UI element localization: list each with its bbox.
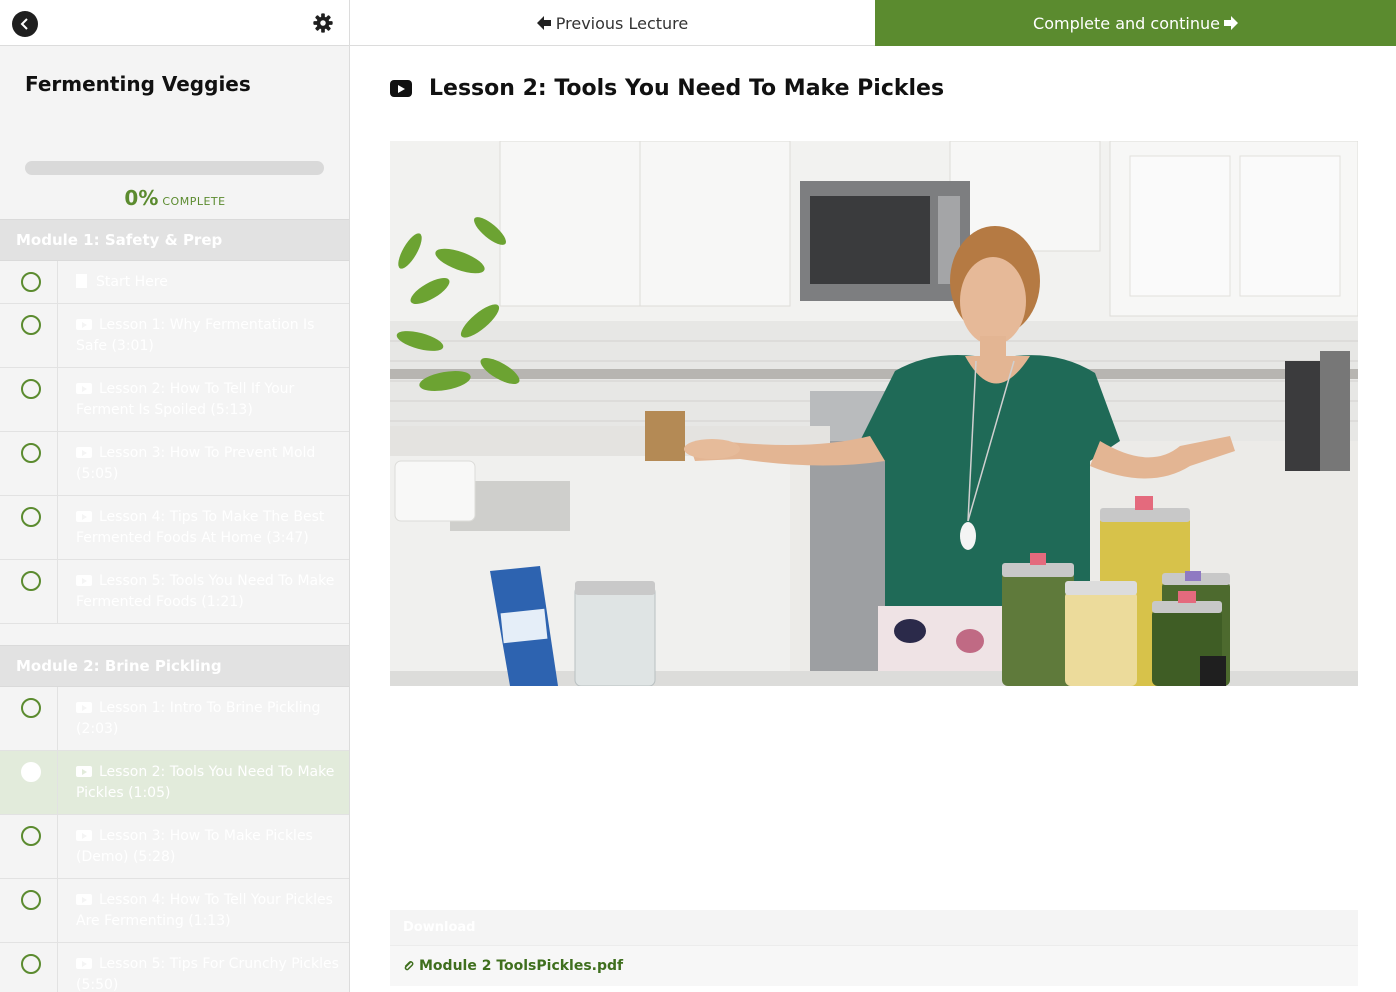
attachment-filename: Module 2 ToolsPickles.pdf (419, 958, 624, 974)
document-icon (76, 274, 87, 288)
progress-readout: 0% COMPLETE (0, 186, 349, 210)
sidebar-lesson-item[interactable]: Lesson 2: Tools You Need To Make Pickles… (0, 751, 349, 815)
lesson-label: Lesson 3: How To Prevent Mold (5:05) (76, 432, 349, 497)
video-icon (76, 575, 92, 586)
lesson-label-text: Lesson 1: Why Fermentation Is Safe (3:01… (76, 317, 315, 354)
lesson-label-text: Lesson 2: How To Tell If Your Ferment Is… (76, 381, 295, 418)
lesson-label-text: Lesson 3: How To Prevent Mold (5:05) (76, 445, 316, 482)
incomplete-circle-icon (21, 571, 41, 591)
previous-lecture-button[interactable]: Previous Lecture (350, 0, 875, 46)
chevron-left-icon (20, 18, 28, 30)
incomplete-circle-icon (21, 315, 41, 335)
course-sidebar: Fermenting Veggies 0% COMPLETE Module 1: … (0, 0, 350, 992)
video-frame-kitchen-scene (390, 141, 1358, 686)
lesson-status-cell (0, 943, 58, 992)
lesson-status-cell (0, 304, 58, 367)
lesson-label-text: Lesson 2: Tools You Need To Make Pickles… (76, 764, 335, 801)
lesson-heading: Lesson 2: Tools You Need To Make Pickles (390, 76, 944, 101)
video-icon (76, 447, 92, 458)
module-header-1[interactable]: Module 1: Safety & Prep (0, 219, 349, 261)
lesson-status-cell (0, 815, 58, 878)
lesson-status-cell (0, 432, 58, 495)
sidebar-lesson-item[interactable]: Lesson 5: Tools You Need To Make Ferment… (0, 560, 349, 624)
lesson-title: Lesson 2: Tools You Need To Make Pickles (429, 76, 945, 101)
lesson-status-cell (0, 751, 58, 814)
lesson-label: Lesson 2: How To Tell If Your Ferment Is… (76, 368, 349, 433)
lesson-status-cell (0, 261, 58, 303)
lesson-label-text: Lesson 5: Tools You Need To Make Ferment… (76, 573, 335, 610)
module-1-lessons: Start Here Lesson 1: Why Fermentation Is … (0, 261, 349, 624)
progress-bar (25, 161, 324, 175)
module-2-lessons: Lesson 1: Intro To Brine Pickling (2:03)… (0, 687, 349, 992)
lesson-label: Lesson 4: How To Tell Your Pickles Are F… (76, 879, 349, 944)
previous-lecture-label: Previous Lecture (555, 13, 689, 33)
arrow-left-icon (536, 16, 551, 30)
incomplete-circle-icon (21, 379, 41, 399)
sidebar-lesson-item[interactable]: Lesson 1: Why Fermentation Is Safe (3:01… (0, 304, 349, 368)
paperclip-icon (404, 961, 414, 971)
lesson-label-text: Lesson 4: Tips To Make The Best Fermente… (76, 509, 325, 546)
lesson-label-text: Lesson 4: How To Tell Your Pickles Are F… (76, 892, 333, 929)
complete-and-continue-button[interactable]: Complete and continue (875, 0, 1396, 46)
incomplete-circle-icon (21, 507, 41, 527)
incomplete-circle-icon (21, 272, 41, 292)
lesson-status-cell (0, 560, 58, 623)
incomplete-circle-icon (21, 443, 41, 463)
video-icon (76, 958, 92, 969)
incomplete-circle-icon (21, 954, 41, 974)
lesson-label-text: Lesson 5: Tips For Crunchy Pickles (5:50… (76, 956, 339, 992)
lesson-label: Lesson 1: Why Fermentation Is Safe (3:01… (76, 304, 349, 369)
video-player[interactable] (390, 141, 1358, 686)
sidebar-lesson-item[interactable]: Lesson 2: How To Tell If Your Ferment Is… (0, 368, 349, 432)
complete-and-continue-label: Complete and continue (1033, 13, 1220, 33)
sidebar-lesson-item[interactable]: Lesson 4: Tips To Make The Best Fermente… (0, 496, 349, 560)
lesson-label: Lesson 1: Intro To Brine Pickling (2:03) (76, 687, 349, 752)
module-header-2[interactable]: Module 2: Brine Pickling (0, 645, 349, 687)
lesson-status-cell (0, 879, 58, 942)
course-title: Fermenting Veggies (25, 72, 251, 96)
incomplete-circle-icon (21, 698, 41, 718)
sidebar-lesson-item[interactable]: Lesson 3: How To Make Pickles (Demo) (5:… (0, 815, 349, 879)
lesson-label: Lesson 5: Tools You Need To Make Ferment… (76, 560, 349, 625)
progress-percent: 0% (124, 186, 159, 210)
video-icon (76, 383, 92, 394)
lesson-label: Start Here (76, 261, 349, 305)
lesson-label-text: Lesson 3: How To Make Pickles (Demo) (5:… (76, 828, 313, 865)
lesson-label: Lesson 3: How To Make Pickles (Demo) (5:… (76, 815, 349, 880)
course-progress-panel: Fermenting Veggies 0% COMPLETE (0, 46, 349, 210)
sidebar-lesson-item[interactable]: Lesson 3: How To Prevent Mold (5:05) (0, 432, 349, 496)
video-icon (76, 830, 92, 841)
lesson-status-cell (0, 687, 58, 750)
attachment-link[interactable]: Module 2 ToolsPickles.pdf (390, 946, 1358, 986)
video-icon (76, 319, 92, 330)
sidebar-top-bar (0, 0, 349, 46)
video-icon (76, 511, 92, 522)
lecture-nav: Previous Lecture Complete and continue (350, 0, 1396, 46)
lesson-label: Lesson 2: Tools You Need To Make Pickles… (76, 751, 349, 816)
download-heading: Download (390, 910, 1358, 946)
incomplete-circle-icon (21, 890, 41, 910)
sidebar-lesson-item[interactable]: Lesson 4: How To Tell Your Pickles Are F… (0, 879, 349, 943)
progress-label: COMPLETE (162, 195, 226, 208)
video-icon (76, 702, 92, 713)
back-button[interactable] (12, 11, 38, 37)
download-section: Download Module 2 ToolsPickles.pdf (390, 910, 1358, 986)
sidebar-lesson-item[interactable]: Start Here (0, 261, 349, 304)
lesson-status-cell (0, 368, 58, 431)
video-icon (76, 894, 92, 905)
lesson-label: Lesson 5: Tips For Crunchy Pickles (5:50… (76, 943, 349, 992)
current-lesson-indicator-icon (21, 762, 41, 782)
video-icon (76, 766, 92, 777)
incomplete-circle-icon (21, 826, 41, 846)
lesson-status-cell (0, 496, 58, 559)
sidebar-lesson-item[interactable]: Lesson 1: Intro To Brine Pickling (2:03) (0, 687, 349, 751)
lesson-label: Lesson 4: Tips To Make The Best Fermente… (76, 496, 349, 561)
lesson-label-text: Lesson 1: Intro To Brine Pickling (2:03) (76, 700, 321, 737)
video-icon (390, 80, 412, 97)
gear-icon[interactable] (312, 12, 334, 34)
sidebar-lesson-item[interactable]: Lesson 5: Tips For Crunchy Pickles (5:50… (0, 943, 349, 992)
lesson-label-text: Start Here (96, 274, 168, 290)
arrow-right-icon (1223, 16, 1238, 30)
